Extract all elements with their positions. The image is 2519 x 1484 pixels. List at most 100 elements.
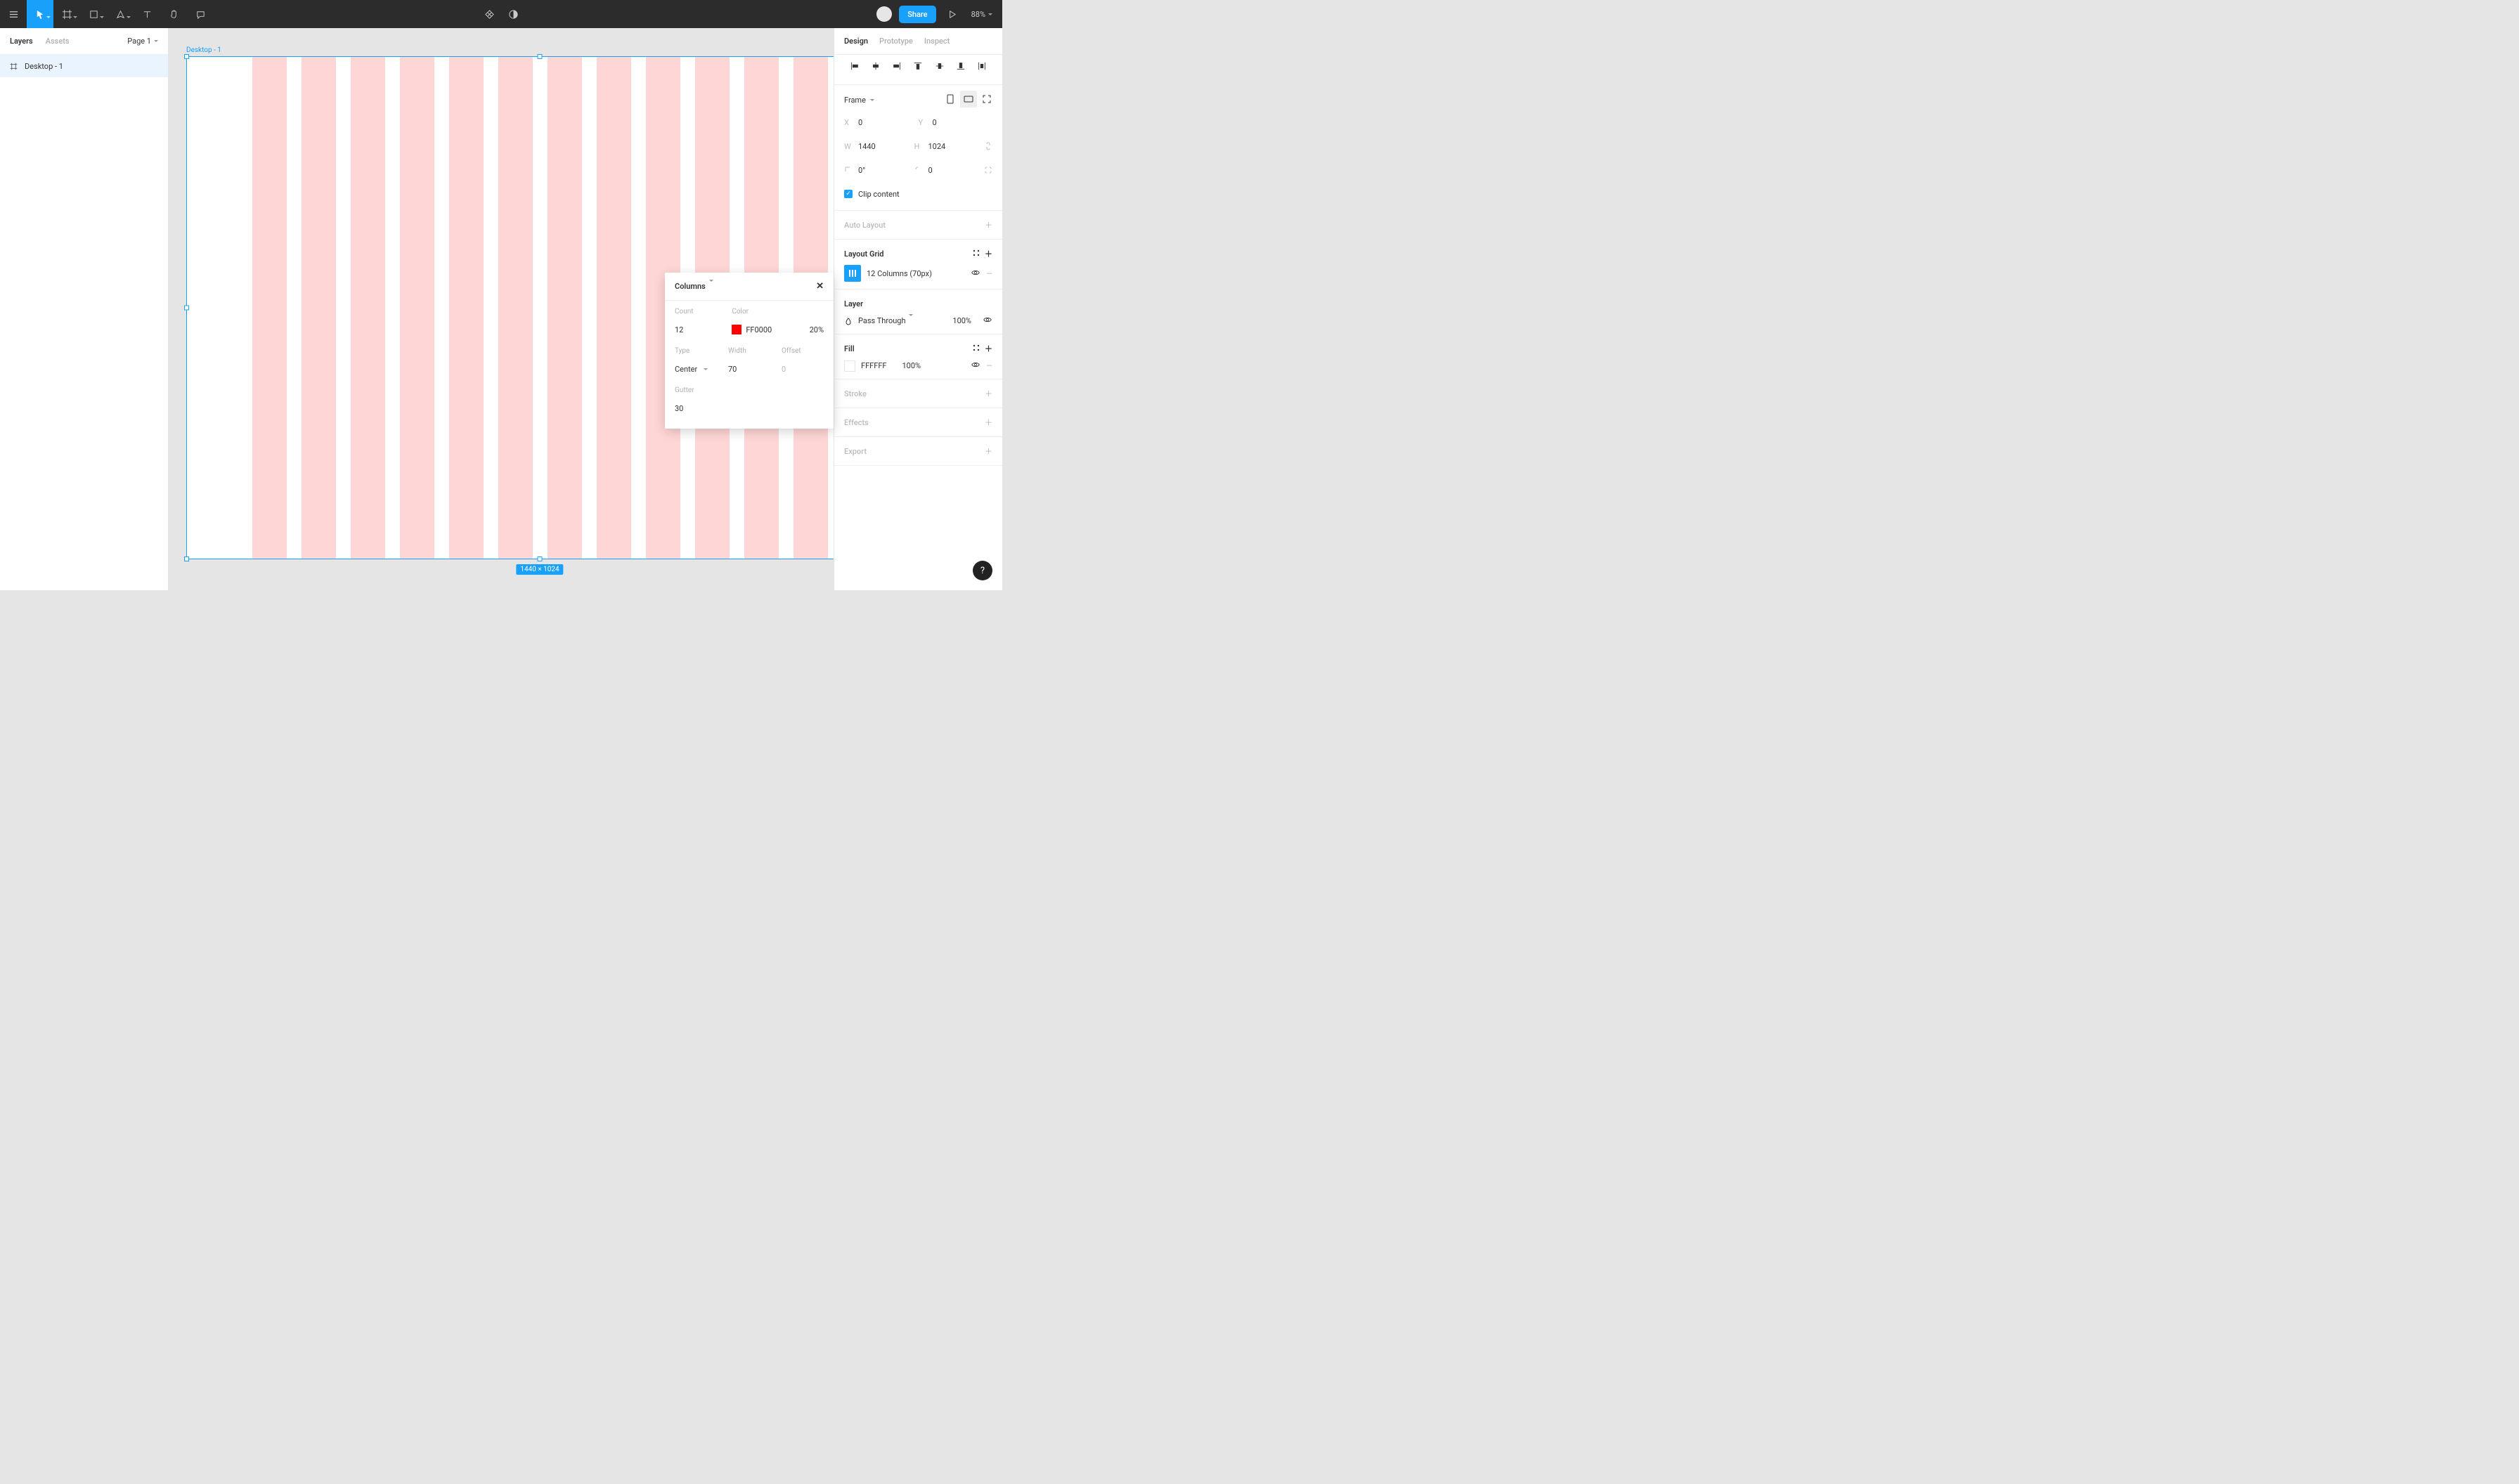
- stroke-header: Stroke: [844, 389, 867, 398]
- tab-inspect[interactable]: Inspect: [924, 37, 950, 46]
- gutter-label: Gutter: [675, 386, 824, 394]
- type-dropdown[interactable]: Center: [675, 361, 717, 377]
- width-input[interactable]: 70: [728, 361, 770, 377]
- add-export-icon[interactable]: ＋: [985, 445, 992, 457]
- w-input[interactable]: 1440: [858, 142, 876, 151]
- orientation-landscape-icon[interactable]: [960, 91, 977, 108]
- add-layout-grid-icon[interactable]: ＋: [985, 248, 992, 259]
- resize-handle[interactable]: [184, 306, 189, 311]
- offset-label: Offset: [782, 347, 824, 355]
- add-effect-icon[interactable]: ＋: [985, 417, 992, 428]
- color-input[interactable]: FF000020%: [732, 322, 824, 337]
- width-label: Width: [728, 347, 770, 355]
- tab-layers[interactable]: Layers: [10, 37, 33, 46]
- add-auto-layout-icon[interactable]: ＋: [985, 219, 992, 230]
- move-tool[interactable]: [27, 0, 53, 28]
- eye-icon[interactable]: [971, 360, 980, 372]
- frame-icon: [10, 63, 18, 70]
- layout-grid-item[interactable]: 12 Columns (70px) —: [844, 265, 992, 282]
- orientation-portrait-icon[interactable]: [942, 91, 959, 108]
- add-fill-icon[interactable]: ＋: [985, 343, 992, 354]
- opacity-input[interactable]: 100%: [952, 316, 971, 325]
- y-input[interactable]: 0: [933, 118, 937, 127]
- export-header: Export: [844, 447, 867, 456]
- gutter-input[interactable]: 30: [675, 401, 824, 416]
- comment-tool[interactable]: [187, 0, 214, 28]
- frame-tool[interactable]: [53, 0, 80, 28]
- layout-grid-popover: Columns ✕ Count Color 12 FF000020% Type …: [665, 273, 834, 429]
- shape-tool[interactable]: [80, 0, 107, 28]
- align-top-icon[interactable]: [907, 58, 928, 74]
- rotation-input[interactable]: 0°: [858, 166, 865, 175]
- pen-tool[interactable]: [107, 0, 134, 28]
- layer-row[interactable]: Desktop - 1: [0, 55, 168, 77]
- distribute-icon[interactable]: [971, 58, 992, 74]
- color-label: Color: [732, 308, 824, 315]
- tab-assets[interactable]: Assets: [46, 37, 70, 46]
- clip-content-checkbox[interactable]: ✓: [844, 190, 853, 198]
- menu-icon[interactable]: [0, 0, 27, 28]
- components-icon[interactable]: [482, 0, 496, 28]
- grid-description: 12 Columns (70px): [867, 269, 932, 278]
- count-label: Count: [675, 308, 720, 315]
- page-dropdown[interactable]: Page 1: [127, 37, 158, 46]
- layer-name: Desktop - 1: [25, 62, 63, 71]
- toolbar: Share 88%: [0, 0, 1002, 28]
- resize-to-fit-icon[interactable]: [978, 91, 995, 108]
- effects-header: Effects: [844, 418, 869, 427]
- fill-swatch-icon: [844, 360, 855, 372]
- blend-mode-icon: [844, 317, 853, 325]
- align-hcenter-icon[interactable]: [865, 58, 886, 74]
- blend-mode-dropdown[interactable]: Pass Through: [858, 316, 913, 325]
- eye-icon[interactable]: [971, 268, 980, 280]
- tab-design[interactable]: Design: [844, 37, 868, 46]
- fill-hex[interactable]: FFFFFF: [861, 361, 886, 370]
- resize-handle[interactable]: [538, 54, 543, 59]
- align-bottom-icon[interactable]: [950, 58, 971, 74]
- add-stroke-icon[interactable]: ＋: [985, 388, 992, 399]
- color-swatch-icon: [732, 325, 742, 334]
- fill-opacity[interactable]: 100%: [902, 361, 921, 370]
- left-panel: Layers Assets Page 1 Desktop - 1: [0, 28, 169, 590]
- text-tool[interactable]: [134, 0, 160, 28]
- align-vcenter-icon[interactable]: [929, 58, 950, 74]
- avatar[interactable]: [876, 6, 892, 22]
- tab-prototype[interactable]: Prototype: [879, 37, 913, 46]
- clip-content-label: Clip content: [858, 190, 900, 199]
- frame-preset-dropdown[interactable]: Frame: [844, 96, 874, 105]
- grid-type-dropdown[interactable]: Columns: [675, 282, 713, 291]
- resize-handle[interactable]: [184, 556, 189, 561]
- fill-row[interactable]: FFFFFF 100% —: [844, 360, 992, 372]
- present-icon[interactable]: [943, 0, 961, 28]
- h-input[interactable]: 1024: [928, 142, 946, 151]
- align-right-icon[interactable]: [886, 58, 907, 74]
- layer-header: Layer: [844, 299, 863, 308]
- x-input[interactable]: 0: [858, 118, 862, 127]
- fill-styles-icon[interactable]: [972, 344, 980, 354]
- mask-icon[interactable]: [506, 0, 520, 28]
- align-left-icon[interactable]: [844, 58, 865, 74]
- type-label: Type: [675, 347, 717, 355]
- frame-label[interactable]: Desktop - 1: [186, 46, 221, 54]
- right-panel: Design Prototype Inspect Frame X0 Y0 W1: [834, 28, 1002, 590]
- dimensions-badge: 1440 × 1024: [516, 564, 563, 575]
- independent-corners-icon[interactable]: [984, 166, 992, 174]
- close-icon[interactable]: ✕: [816, 281, 824, 292]
- offset-input: 0: [782, 361, 824, 377]
- share-button[interactable]: Share: [899, 6, 935, 23]
- remove-grid-icon[interactable]: —: [986, 269, 992, 278]
- auto-layout-header: Auto Layout: [844, 221, 886, 230]
- radius-input[interactable]: 0: [928, 166, 933, 175]
- grid-styles-icon[interactable]: [972, 249, 980, 259]
- hand-tool[interactable]: [160, 0, 187, 28]
- count-input[interactable]: 12: [675, 322, 720, 337]
- fill-header: Fill: [844, 344, 855, 353]
- resize-handle[interactable]: [538, 556, 543, 561]
- layout-grid-header: Layout Grid: [844, 249, 883, 259]
- constrain-proportions-icon[interactable]: [984, 141, 992, 152]
- resize-handle[interactable]: [184, 54, 189, 59]
- remove-fill-icon[interactable]: —: [986, 361, 992, 370]
- zoom-dropdown[interactable]: 88%: [969, 10, 995, 19]
- eye-icon[interactable]: [983, 315, 992, 327]
- help-button[interactable]: ?: [973, 561, 992, 580]
